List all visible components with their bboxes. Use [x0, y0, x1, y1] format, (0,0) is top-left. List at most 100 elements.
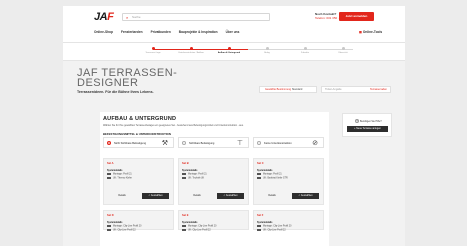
- step-5[interactable]: Zubehör: [285, 47, 325, 55]
- new-terrace-button[interactable]: + Neue Terrasse anlegen: [347, 126, 388, 132]
- step-1[interactable]: Terrassen-Lage: [133, 47, 173, 55]
- choose-label: Auswählen: [300, 194, 313, 197]
- choose-button[interactable]: ✓ Auswählen: [217, 193, 244, 199]
- search-input[interactable]: ⌕ Suche: [122, 13, 270, 21]
- mounting-icon: [257, 225, 261, 227]
- choose-label: Auswählen: [150, 194, 163, 197]
- details-button[interactable]: Details: [184, 193, 210, 199]
- set-name: Set B: [182, 162, 189, 165]
- set-card[interactable]: Set D Systemdetails Montage: Clip-Line P…: [103, 210, 174, 232]
- step-label: Übersicht: [338, 52, 348, 54]
- set-card[interactable]: Set A Systemdetails Montage: Profil 21 U…: [103, 158, 174, 205]
- radio-icon: [182, 141, 186, 145]
- step-4[interactable]: Belag: [247, 47, 287, 55]
- set-detail-row: UK: Bankirai Kiefer STR: [257, 177, 288, 180]
- step-dot: [303, 47, 307, 50]
- set-detail-text: UK: Clip-Line Profil 22: [263, 229, 286, 232]
- set-card[interactable]: Set F Systemdetails Montage: Clip-Line P…: [253, 210, 324, 232]
- ticket-placeholder: Ticket-Angabe: [325, 88, 342, 91]
- mounting-options: Nicht Sichtbare Befestigung ⚒ Sichtbare …: [103, 137, 324, 148]
- set-details-header: Systemdetails: [107, 170, 123, 172]
- set-detail-text: Montage: Clip-Line Profil 20: [263, 225, 292, 228]
- set-detail-text: UK: Clip-Line Profil 22: [188, 229, 211, 232]
- set-card[interactable]: Set C Systemdetails Montage: Profil 21 U…: [253, 158, 324, 205]
- details-button[interactable]: Details: [109, 193, 135, 199]
- choose-label: Auswählen: [225, 194, 238, 197]
- contact-phone[interactable]: Telefon: 031 350 ...: [315, 16, 341, 20]
- set-detail-row: Montage: Clip-Line Profil 20: [107, 225, 141, 228]
- option-label: Keine Unterkonstruktion: [264, 142, 292, 145]
- set-detail-text: Montage: Profil 21: [188, 173, 207, 176]
- set-detail-row: UK: Clip-Line Profil 22: [257, 229, 286, 232]
- step-6[interactable]: Übersicht: [323, 47, 363, 55]
- radio-selected-icon: [107, 141, 111, 145]
- saved-configuration-select[interactable]: Gewählte Bestimmung Standard: [259, 86, 317, 93]
- radio-icon: [257, 141, 261, 145]
- set-name: Set A: [107, 162, 114, 165]
- set-detail-text: Montage: Profil 21: [263, 173, 282, 176]
- set-detail-text: Montage: Clip-Line Profil 20: [113, 225, 142, 228]
- step-dot: [227, 47, 231, 50]
- step-label: Belag: [264, 52, 270, 54]
- set-details-header: Systemdetails: [257, 170, 273, 172]
- title-line-2: DESIGNER: [77, 77, 139, 89]
- set-detail-text: UK: Clip-Line Profil 22: [113, 229, 136, 232]
- set-details-header: Systemdetails: [182, 170, 198, 172]
- question-icon: ?: [355, 119, 359, 123]
- choose-button[interactable]: ✓ Auswählen: [292, 193, 319, 199]
- nav-item-bauprojekte[interactable]: Bauprojekte & Inspiration: [179, 30, 218, 34]
- set-detail-text: Montage: Profil 21: [113, 173, 132, 176]
- nav-item-ueber-uns[interactable]: Über uns: [226, 30, 240, 34]
- contact-info: Noch Kontakt? Telefon: 031 350 ...: [315, 12, 341, 20]
- page: JAF ⌕ Suche Noch Kontakt? Telefon: 031 3…: [0, 0, 467, 246]
- mounting-icon: [182, 225, 186, 227]
- section-title: AUFBAU & UNTERGRUND: [103, 116, 177, 122]
- step-dot: [341, 47, 345, 50]
- new-terrace-label: Neue Terrasse anlegen: [356, 127, 381, 130]
- login-button[interactable]: Jetzt anmelden: [339, 12, 374, 21]
- set-detail-text: Montage: Clip-Line Profil 20: [188, 225, 217, 228]
- construction-panel: AUFBAU & UNTERGRUND Wählen Sie für Ihre …: [100, 112, 329, 246]
- set-detail-row: Montage: Profil 21: [257, 173, 282, 176]
- set-name: Set D: [107, 214, 114, 217]
- details-button[interactable]: Details: [259, 193, 285, 199]
- step-2[interactable]: Unterkonstruktion / Aufbau: [171, 47, 211, 55]
- set-detail-row: Montage: Clip-Line Profil 20: [182, 225, 216, 228]
- set-detail-row: UK: Technik-UK: [182, 177, 204, 180]
- set-detail-text: UK: Bankirai Kiefer STR: [263, 177, 288, 180]
- step-label: Aufbau & Untergrund: [217, 52, 241, 54]
- help-link[interactable]: ? Benötigen Sie Hilfe?: [355, 119, 382, 123]
- group-heading: BEFESTIGUNGSMITTEL & UNTERKONSTRUKTION: [103, 132, 171, 136]
- clip-icon: ⚒: [161, 140, 168, 147]
- substructure-icon: [107, 229, 111, 231]
- option-visible-mounting[interactable]: Sichtbare Befestigung ⊤: [178, 137, 249, 148]
- set-card[interactable]: Set E Systemdetails Montage: Clip-Line P…: [178, 210, 249, 232]
- step-3[interactable]: Aufbau & Untergrund: [209, 47, 249, 55]
- option-label: Nicht Sichtbare Befestigung: [114, 142, 147, 145]
- nav-item-fensterlaeden[interactable]: Fensterlaeden: [121, 30, 143, 34]
- set-name: Set F: [257, 214, 264, 217]
- set-detail-row: UK: Clip-Line Profil 22: [107, 229, 136, 232]
- jaf-logo[interactable]: JAF: [94, 11, 114, 23]
- none-icon: ⊘: [312, 140, 318, 147]
- load-terrace-link[interactable]: Terrasse laden: [370, 87, 387, 93]
- progress-stepper: Terrassen-Lage Unterkonstruktion / Aufba…: [63, 43, 405, 61]
- option-label: Sichtbare Befestigung: [189, 142, 215, 145]
- logo-text: JA: [94, 11, 108, 23]
- saved-config-label: Gewählte Bestimmung: [265, 88, 292, 91]
- nav-item-privatkunden[interactable]: Privatkunden: [151, 30, 171, 34]
- option-hidden-mounting[interactable]: Nicht Sichtbare Befestigung ⚒: [103, 137, 174, 148]
- substructure-icon: [182, 229, 186, 231]
- choose-button[interactable]: ✓ Auswählen: [142, 193, 169, 199]
- main-nav: Online-Shop Fensterlaeden Privatkunden B…: [94, 30, 239, 34]
- nav-item-online-tools[interactable]: ▦ Online-Tools: [359, 30, 382, 34]
- ticket-input[interactable]: Ticket-Angabe Terrasse laden: [321, 86, 391, 93]
- nav-item-shop[interactable]: Online-Shop: [94, 30, 113, 34]
- screw-icon: ⊤: [236, 140, 243, 147]
- mounting-icon: [257, 173, 261, 175]
- set-card[interactable]: Set B Systemdetails Montage: Profil 21 U…: [178, 158, 249, 205]
- option-no-substructure[interactable]: Keine Unterkonstruktion ⊘: [253, 137, 324, 148]
- set-detail-row: UK: Clip-Line Profil 22: [182, 229, 211, 232]
- logo-accent: F: [107, 11, 114, 23]
- mounting-icon: [107, 173, 111, 175]
